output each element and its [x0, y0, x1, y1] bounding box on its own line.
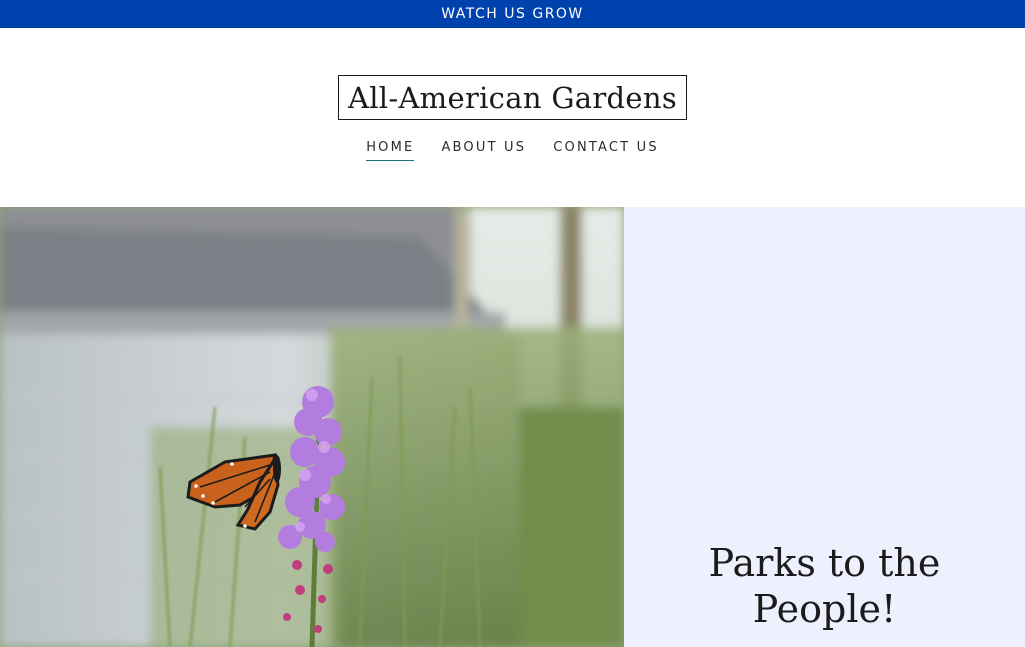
site-logo[interactable]: All-American Gardens — [338, 75, 687, 120]
site-header: All-American Gardens HOME ABOUT US CONTA… — [0, 28, 1025, 207]
hero-title: Parks to the People! — [624, 540, 1025, 632]
banner-text: WATCH US GROW — [441, 6, 584, 22]
nav-about-us[interactable]: ABOUT US — [441, 140, 526, 161]
hero-text-panel: Parks to the People! — [624, 207, 1025, 647]
main-nav: HOME ABOUT US CONTACT US — [0, 140, 1025, 161]
nav-contact-us[interactable]: CONTACT US — [553, 140, 659, 161]
announcement-banner: WATCH US GROW — [0, 0, 1025, 28]
hero-title-line-1: Parks to the — [708, 541, 941, 585]
logo-text: All-American Gardens — [347, 80, 678, 115]
hero-image — [0, 207, 624, 647]
hero-title-line-2: People! — [752, 587, 897, 631]
nav-home[interactable]: HOME — [366, 140, 415, 161]
butterfly-flower-photo — [0, 207, 624, 647]
